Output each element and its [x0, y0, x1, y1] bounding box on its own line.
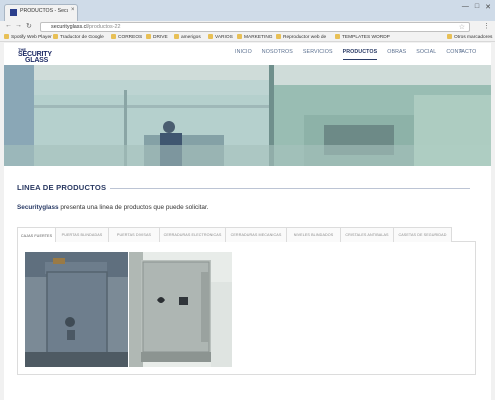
tab-title: PRODUCTOS - Security	[20, 8, 68, 14]
favicon-icon	[10, 9, 17, 16]
bookmark-item[interactable]: VARIOS	[208, 34, 233, 40]
bookmark-item[interactable]: CORREOS	[111, 34, 142, 40]
hero-banner-image	[4, 65, 491, 166]
main-nav: INICIO NOSOTROS SERVICIOS PRODUCTOS OBRA…	[230, 49, 481, 60]
maximize-button[interactable]: □	[475, 3, 479, 11]
bookmark-star-icon[interactable]: ☆	[459, 23, 465, 31]
bookmark-item[interactable]: TEMPLATES WORDP	[335, 34, 390, 40]
bookmark-item[interactable]: Reproductor web de	[276, 34, 326, 40]
reload-icon[interactable]: ↻	[26, 22, 32, 30]
tab-casetas-de-seguridad[interactable]: CASETAS DE SEGURIDAD	[393, 227, 452, 242]
bookmark-item[interactable]: Spotify Web Player	[4, 34, 52, 40]
bookmark-icon	[53, 34, 58, 39]
url-text: securityglass.cl/productos-22	[51, 24, 121, 30]
nav-obras[interactable]: OBRAS	[382, 49, 411, 55]
browser-tab[interactable]: PRODUCTOS - Security ×	[4, 4, 78, 21]
bookmark-icon	[276, 34, 281, 39]
bookmark-item[interactable]: Otros marcadores	[447, 34, 492, 40]
site-logo[interactable]: THE SECURITY GLASS	[18, 48, 52, 66]
browser-toolbar: ← → ↻ securityglass.cl/productos-22 ☆ ⋮	[0, 21, 495, 33]
forward-icon[interactable]: →	[15, 22, 22, 29]
search-icon[interactable]: ⌕	[459, 48, 463, 56]
nav-social[interactable]: SOCIAL	[411, 49, 441, 55]
nav-inicio[interactable]: INICIO	[230, 49, 257, 55]
tab-panel	[17, 242, 476, 375]
nav-productos[interactable]: PRODUCTOS	[338, 49, 383, 60]
safe-photo[interactable]	[25, 252, 128, 367]
nav-nosotros[interactable]: NOSOTROS	[257, 49, 298, 55]
tab-cerraduras-mecanicas[interactable]: CERRADURAS MECANICAS	[225, 227, 287, 242]
tab-puertas-blindadas[interactable]: PUERTAS BLINDADAS	[55, 227, 109, 242]
address-bar[interactable]: securityglass.cl/productos-22 ☆	[40, 22, 470, 32]
folder-icon	[174, 34, 179, 39]
bookmark-item[interactable]: Traductor de Google	[53, 34, 104, 40]
window-controls: — □ ✕	[462, 3, 491, 11]
nav-servicios[interactable]: SERVICIOS	[298, 49, 338, 55]
web-page: THE SECURITY GLASS INICIO NOSOTROS SERVI…	[4, 43, 491, 400]
product-tabs: CAJAS FUERTES PUERTAS BLINDADAS PUERTAS …	[17, 227, 476, 243]
bookmark-item[interactable]: amerigos	[174, 34, 201, 40]
safe-photo[interactable]	[129, 252, 232, 367]
browser-titlebar: PRODUCTOS - Security × — □ ✕	[0, 0, 495, 21]
title-divider	[110, 188, 470, 189]
back-icon[interactable]: ←	[5, 22, 12, 29]
tab-cristales-antibalas[interactable]: CRISTALES ANTIBALAS	[340, 227, 394, 242]
section-title: LINEA DE PRODUCTOS	[17, 183, 107, 192]
tab-puertas-divisas[interactable]: PUERTAS DIVISAS	[108, 227, 160, 242]
close-window-button[interactable]: ✕	[485, 3, 491, 11]
folder-icon	[146, 34, 151, 39]
minimize-button[interactable]: —	[462, 3, 469, 11]
folder-icon	[447, 34, 452, 39]
tab-niveles-blindados[interactable]: NIVELES BLINDADOS	[286, 227, 341, 242]
folder-icon	[208, 34, 213, 39]
tab-cajas-fuertes[interactable]: CAJAS FUERTES	[17, 227, 56, 243]
bookmarks-bar: Spotify Web Player Traductor de Google C…	[0, 33, 495, 42]
folder-icon	[111, 34, 116, 39]
site-header: THE SECURITY GLASS INICIO NOSOTROS SERVI…	[4, 43, 491, 66]
bookmark-item[interactable]: MARKETING	[237, 34, 273, 40]
bookmark-item[interactable]: DRIVE	[146, 34, 168, 40]
tab-cerraduras-electronicas[interactable]: CERRADURAS ELECTRONICAS	[159, 227, 226, 242]
folder-icon	[335, 34, 340, 39]
tab-close-icon[interactable]: ×	[71, 7, 75, 13]
bookmark-icon	[4, 34, 9, 39]
intro-text: Securityglass presenta una linea de prod…	[17, 204, 209, 211]
folder-icon	[237, 34, 242, 39]
browser-menu-icon[interactable]: ⋮	[483, 22, 490, 30]
